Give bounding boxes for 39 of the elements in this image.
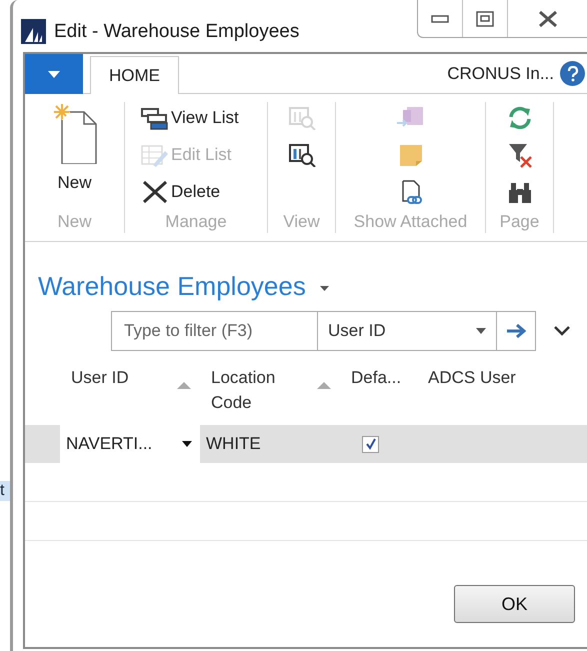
window-title: Edit - Warehouse Employees — [54, 20, 300, 44]
app-logo-icon — [21, 19, 46, 44]
filter-input[interactable]: Type to filter (F3) — [111, 311, 316, 351]
user-id-dropdown[interactable]: NAVERTI... — [60, 425, 200, 463]
ribbon-tab[interactable]: HOME — [90, 56, 179, 94]
arrow-right-icon[interactable] — [496, 311, 536, 351]
checkbox[interactable] — [362, 436, 379, 452]
column-header[interactable]: Location Code — [211, 365, 301, 425]
ribbon-group-label: New — [57, 211, 92, 233]
ribbon-group-label: Show Attached — [354, 211, 468, 233]
column-header[interactable]: ADCS User — [428, 365, 518, 425]
ribbon-button[interactable]: View List — [141, 102, 239, 133]
page-title: Warehouse Employees — [38, 270, 306, 302]
company-name: CRONUS In... — [447, 62, 554, 85]
ribbon-group-label: View — [283, 211, 320, 233]
column-header[interactable]: Defa... — [351, 365, 408, 425]
chevron-down-icon[interactable] — [554, 326, 570, 336]
table-row[interactable]: NAVERTI... WHITE — [25, 425, 587, 463]
x-icon — [141, 180, 169, 204]
list-icon — [141, 106, 169, 130]
ribbon-group-label: Manage — [165, 211, 227, 233]
close-icon — [536, 10, 558, 28]
caret-icon — [48, 70, 60, 78]
new-document-icon — [52, 102, 98, 164]
minimize-icon — [431, 14, 449, 22]
new-button[interactable]: New — [52, 102, 98, 196]
ribbon-group-label: Page — [500, 211, 540, 233]
table-cell-text: WHITE — [205, 433, 262, 456]
ok-button[interactable]: OK — [454, 585, 575, 623]
caret-icon[interactable] — [320, 286, 329, 290]
field-dropdown[interactable]: User ID — [317, 311, 496, 351]
caret-icon — [182, 441, 192, 447]
ribbon-button[interactable]: Delete — [141, 176, 220, 207]
maximize-icon — [476, 10, 494, 26]
column-header[interactable]: User ID — [71, 365, 161, 425]
background-text: t — [0, 481, 10, 501]
table-pencil-icon — [141, 142, 169, 166]
help-icon[interactable] — [560, 61, 585, 86]
caret-icon — [476, 328, 486, 334]
